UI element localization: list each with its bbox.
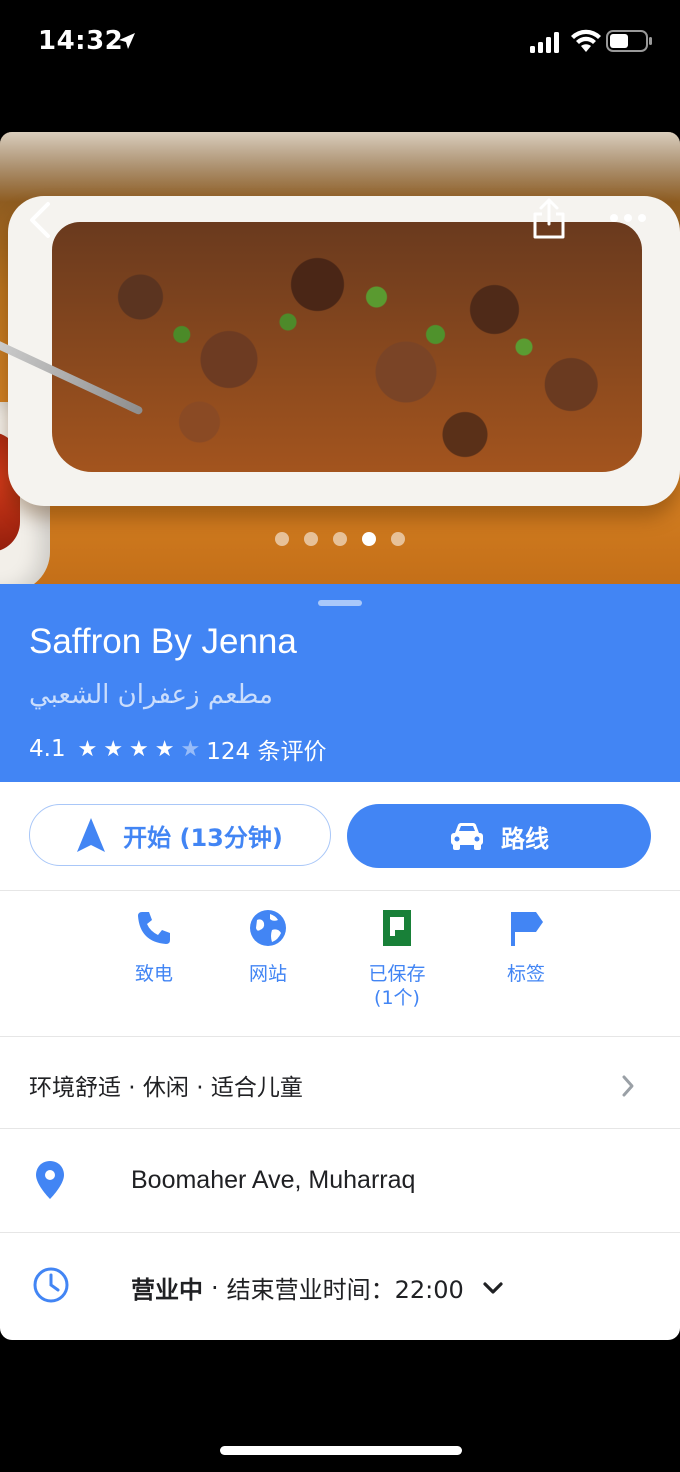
start-navigation-button[interactable]: 开始 (13分钟) <box>29 804 331 866</box>
star-icon: ★ <box>129 736 149 762</box>
star-empty-icon: ★ <box>180 736 201 762</box>
place-header[interactable]: Saffron By Jenna مطعم زعفران الشعبي 4.1 … <box>0 584 680 782</box>
pager-dot[interactable] <box>304 532 318 546</box>
signal-icon <box>530 32 559 53</box>
hours-row[interactable]: 营业中 · 结束营业时间：22:00 <box>0 1234 680 1340</box>
saved-button[interactable]: 已保存 (1个) <box>337 908 457 1010</box>
divider <box>0 1128 680 1129</box>
star-icon: ★ <box>77 736 98 762</box>
status-time: 14:32 <box>38 26 124 56</box>
pager-dot[interactable] <box>391 532 405 546</box>
saved-label-line2: (1个) <box>374 987 420 1009</box>
label-button[interactable]: 标签 <box>466 908 586 986</box>
website-label: 网站 <box>248 963 287 985</box>
label-label: 标签 <box>506 963 545 985</box>
attributes-row[interactable]: 环境舒适 · 休闲 · 适合儿童 <box>0 1038 680 1128</box>
saved-label: 已保存 (1个) <box>368 962 425 1010</box>
location-arrow-icon <box>119 33 135 49</box>
battery-icon <box>606 30 652 52</box>
divider <box>0 890 680 891</box>
directions-button[interactable]: 路线 <box>347 804 651 868</box>
hours-text: 营业中 · 结束营业时间：22:00 <box>131 1270 504 1305</box>
globe-icon <box>250 910 286 946</box>
rating-stars: ★ ★ ★ ★ ★ <box>78 737 201 762</box>
website-button[interactable]: 网站 <box>208 908 328 986</box>
drag-handle[interactable] <box>318 600 362 606</box>
car-icon <box>451 823 483 850</box>
action-buttons: 开始 (13分钟) 路线 <box>0 804 680 868</box>
status-bar: 14:32 <box>0 0 680 84</box>
star-icon: ★ <box>103 736 124 762</box>
place-subtitle: مطعم زعفران الشعبي <box>29 680 273 710</box>
call-button[interactable]: 致电 <box>94 908 214 986</box>
quick-actions: 致电 网站 已保存 (1个) 标签 <box>0 908 680 1028</box>
rating-value: 4.1 <box>29 736 66 762</box>
chevron-down-icon[interactable] <box>482 1281 504 1295</box>
address-row[interactable]: Boomaher Ave, Muharraq <box>0 1130 680 1232</box>
home-indicator[interactable] <box>220 1446 462 1455</box>
star-icon: ★ <box>154 736 175 762</box>
divider <box>0 1232 680 1233</box>
photo-background <box>0 132 680 202</box>
place-title: Saffron By Jenna <box>29 622 297 661</box>
navigation-arrow-icon <box>77 818 106 852</box>
pager-dot[interactable] <box>275 532 289 546</box>
dish-food <box>52 222 642 472</box>
more-icon[interactable] <box>608 210 648 226</box>
open-status: 营业中 <box>131 1276 203 1304</box>
label-flag-icon <box>511 912 543 946</box>
location-pin-icon <box>36 1161 64 1199</box>
reviews-count[interactable]: 124 条评价 <box>206 732 326 766</box>
attributes-text: 环境舒适 · 休闲 · 适合儿童 <box>29 1075 303 1101</box>
clock-icon <box>33 1267 69 1303</box>
hero-photo[interactable] <box>0 132 680 584</box>
back-icon[interactable] <box>24 200 58 240</box>
phone-icon <box>138 912 170 944</box>
hours-separator: · <box>211 1273 219 1302</box>
call-label: 致电 <box>134 963 173 985</box>
directions-button-label: 路线 <box>501 824 549 853</box>
saved-label-line1: 已保存 <box>368 963 426 985</box>
closing-time: 结束营业时间：22:00 <box>226 1276 464 1304</box>
wifi-icon <box>571 29 601 52</box>
chevron-right-icon <box>622 1075 634 1097</box>
photo-pager[interactable] <box>0 532 680 546</box>
divider <box>0 1036 680 1037</box>
pager-dot[interactable] <box>333 532 347 546</box>
pager-dot-active[interactable] <box>362 532 376 546</box>
saved-flag-icon <box>383 910 411 946</box>
address-text: Boomaher Ave, Muharraq <box>131 1166 416 1194</box>
rating-row[interactable]: 4.1 ★ ★ ★ ★ ★ 124 条评价 <box>29 732 326 766</box>
place-card: Saffron By Jenna مطعم زعفران الشعبي 4.1 … <box>0 132 680 1340</box>
start-button-label: 开始 (13分钟) <box>123 823 283 852</box>
share-icon[interactable] <box>530 196 568 240</box>
